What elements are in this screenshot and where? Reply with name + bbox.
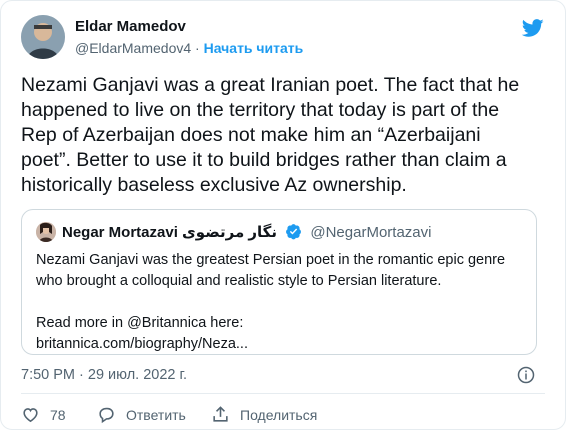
tweet-card[interactable]: Eldar Mamedov @EldarMamedov4 · Начать чи… — [0, 0, 566, 430]
quoted-text-line: Read more in @Britannica here: — [36, 315, 244, 331]
quoted-author-name-native[interactable]: نگار مرتضوی — [182, 224, 277, 241]
tweet-text: Nezami Ganjavi was a great Iranian poet.… — [21, 74, 520, 196]
tweet-timestamp[interactable]: 7:50 PM · 29 июл. 2022 г. — [21, 367, 187, 383]
author-avatar[interactable] — [21, 15, 65, 59]
reply-button[interactable]: Ответить — [97, 405, 186, 424]
reply-label: Ответить — [126, 406, 186, 423]
quoted-header: Negar Mortazavi نگار مرتضوی @NegarMortaz… — [62, 223, 431, 241]
quoted-text: Nezami Ganjavi was the greatest Persian … — [36, 250, 526, 355]
follow-button[interactable]: Начать читать — [204, 40, 304, 56]
reply-icon — [99, 407, 114, 424]
share-label: Поделиться — [240, 406, 318, 423]
separator-dot: · — [195, 40, 200, 56]
quoted-link[interactable]: britannica.com/biography/Neza... — [36, 334, 526, 355]
quoted-author-name[interactable]: Negar Mortazavi — [62, 224, 178, 241]
verified-badge-icon — [286, 224, 302, 240]
quoted-text-line: Nezami Ganjavi was the greatest Persian … — [36, 252, 506, 268]
author-name[interactable]: Eldar Mamedov — [75, 18, 186, 35]
divider — [21, 393, 545, 394]
quoted-author-handle[interactable]: @NegarMortazavi — [310, 224, 431, 241]
like-count: 78 — [50, 406, 66, 423]
share-icon — [213, 406, 228, 422]
author-handle-row: @EldarMamedov4 · Начать читать — [75, 40, 303, 56]
quoted-text-line: who brought a colloquial and realistic s… — [36, 273, 442, 289]
like-button[interactable]: 78 — [21, 405, 66, 424]
quoted-author-avatar[interactable] — [36, 222, 56, 242]
share-button[interactable]: Поделиться — [211, 405, 317, 424]
quoted-tweet[interactable]: Negar Mortazavi نگار مرتضوی @NegarMortaz… — [21, 209, 537, 355]
twitter-bird-icon[interactable] — [521, 17, 545, 39]
heart-icon — [23, 408, 38, 423]
author-handle[interactable]: @EldarMamedov4 — [75, 40, 191, 56]
info-icon[interactable] — [517, 366, 535, 384]
